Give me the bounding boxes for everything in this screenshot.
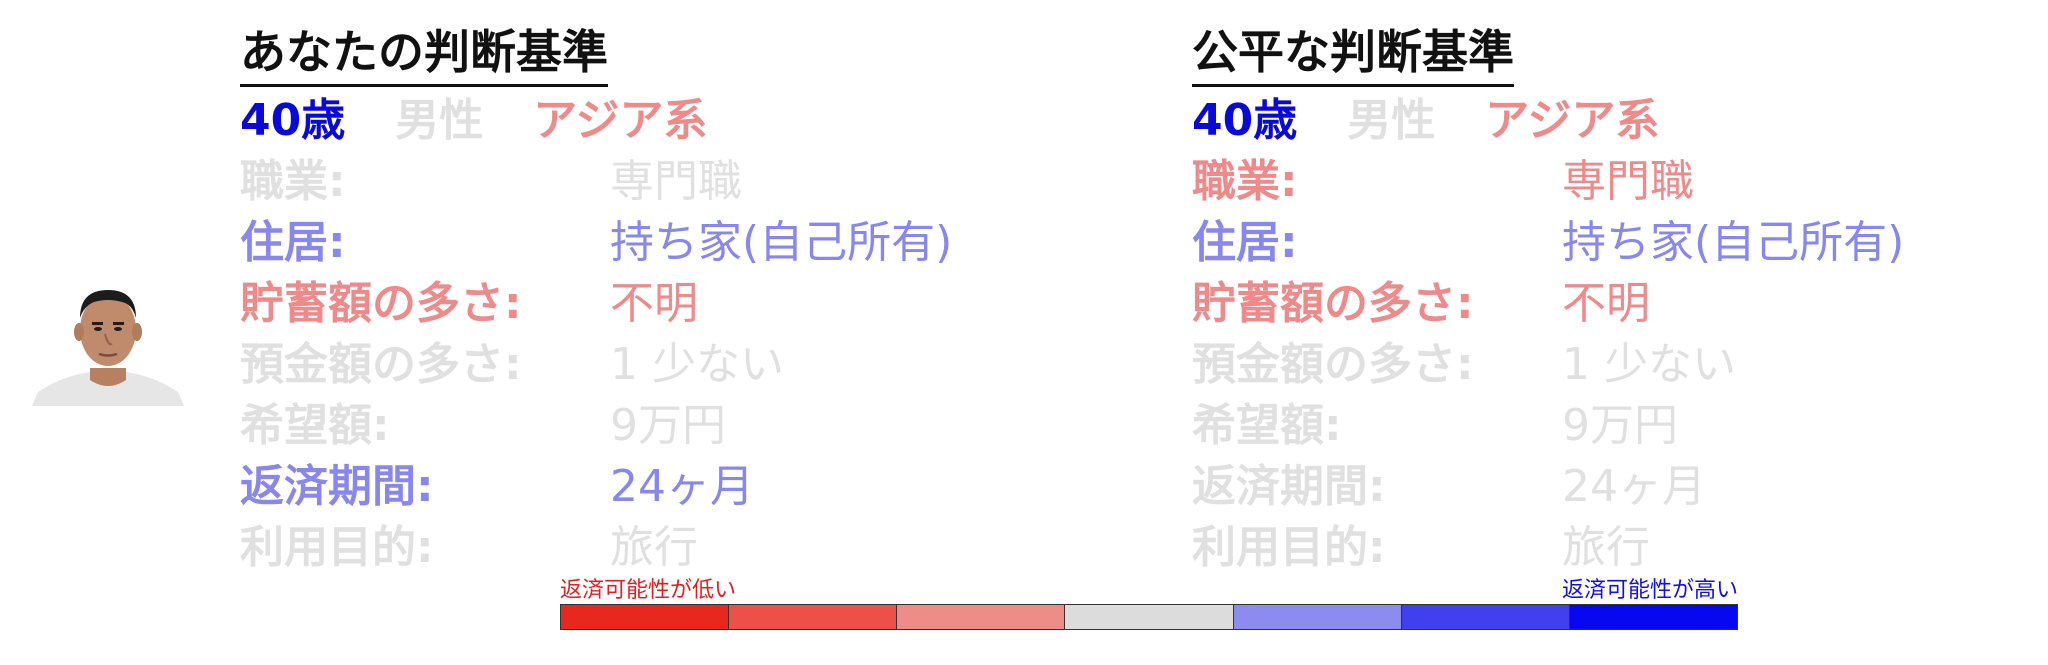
criteria-value: 不明: [610, 278, 698, 329]
criteria-row: 貯蓄額の多さ: 不明: [1192, 273, 1709, 334]
scale-swatch: [1569, 605, 1737, 629]
right-panel: 公平な判断基準 40歳 男性 アジア系 職業: 専門職 住居: 持ち家(自己所有) …: [1192, 22, 1904, 578]
criteria-label: 貯蓄額の多さ:: [240, 278, 522, 329]
person-photo: [32, 268, 184, 406]
criteria-row: 預金額の多さ: 1 少ない: [240, 334, 784, 395]
criteria-row: 貯蓄額の多さ: 不明: [240, 273, 757, 334]
left-panel-title: あなたの判断基準: [240, 22, 608, 87]
criteria-value: 24ヶ月: [610, 461, 754, 512]
criteria-value: 1 少ない: [610, 339, 784, 390]
criteria-label: 利用目的:: [1192, 522, 1386, 573]
criteria-label: 希望額:: [240, 400, 390, 451]
scale-low-label: 返済可能性が低い: [560, 578, 737, 603]
criteria-row: 利用目的: 旅行: [1192, 517, 1709, 578]
criteria-value: 1 少ない: [1562, 339, 1736, 390]
scale-swatch: [1233, 605, 1402, 629]
criteria-label: 利用目的:: [240, 522, 434, 573]
criteria-label: 住居:: [1192, 217, 1298, 268]
scale-swatch: [561, 605, 730, 629]
criteria-value: 専門職: [1562, 156, 1694, 207]
criteria-row: 職業: 専門職: [240, 151, 757, 212]
criteria-value: 持ち家(自己所有): [610, 217, 953, 268]
criteria-row: 返済期間: 24ヶ月: [1192, 456, 1709, 517]
criteria-row: 預金額の多さ: 1 少ない: [1192, 334, 1736, 395]
scale-swatch: [1065, 605, 1234, 629]
criteria-value: 不明: [1562, 278, 1650, 329]
criteria-value: 24ヶ月: [1562, 461, 1706, 512]
ethnicity-label: アジア系: [1485, 95, 1660, 146]
criteria-label: 貯蓄額の多さ:: [1192, 278, 1474, 329]
criteria-label: 職業:: [1192, 156, 1298, 207]
criteria-label: 返済期間:: [1192, 461, 1386, 512]
scale-swatch: [1401, 605, 1570, 629]
criteria-label: 返済期間:: [240, 461, 434, 512]
criteria-row: 希望額: 9万円: [1192, 395, 1709, 456]
criteria-row: 利用目的: 旅行: [240, 517, 757, 578]
color-scale: [560, 604, 1738, 630]
criteria-row: 希望額: 9万円: [240, 395, 757, 456]
criteria-label: 職業:: [240, 156, 346, 207]
criteria-value: 9万円: [610, 400, 726, 451]
scale-high-label: 返済可能性が高い: [1561, 578, 1738, 603]
age-label: 40歳: [240, 95, 346, 146]
left-panel: あなたの判断基準 40歳 男性 アジア系 職業: 専門職 住居: 持ち家(自己所有)…: [240, 22, 952, 578]
criteria-row: 住居: 持ち家(自己所有): [1192, 212, 1904, 273]
criteria-label: 預金額の多さ:: [1192, 339, 1474, 390]
criteria-value: 持ち家(自己所有): [1562, 217, 1905, 268]
gender-label: 男性: [1347, 95, 1436, 146]
age-label: 40歳: [1192, 95, 1298, 146]
criteria-row: 職業: 専門職: [1192, 151, 1709, 212]
right-demographics: 40歳 男性 アジア系: [1192, 91, 1709, 151]
right-panel-title: 公平な判断基準: [1192, 22, 1514, 87]
ethnicity-label: アジア系: [533, 95, 708, 146]
criteria-value: 専門職: [610, 156, 742, 207]
criteria-label: 住居:: [240, 217, 346, 268]
criteria-value: 旅行: [610, 522, 698, 573]
criteria-value: 9万円: [1562, 400, 1678, 451]
scale-swatch: [729, 605, 898, 629]
criteria-row: 住居: 持ち家(自己所有): [240, 212, 952, 273]
scale-swatch: [897, 605, 1066, 629]
criteria-label: 希望額:: [1192, 400, 1342, 451]
criteria-value: 旅行: [1562, 522, 1650, 573]
criteria-label: 預金額の多さ:: [240, 339, 522, 390]
gender-label: 男性: [395, 95, 484, 146]
criteria-row: 返済期間: 24ヶ月: [240, 456, 757, 517]
left-demographics: 40歳 男性 アジア系: [240, 91, 757, 151]
